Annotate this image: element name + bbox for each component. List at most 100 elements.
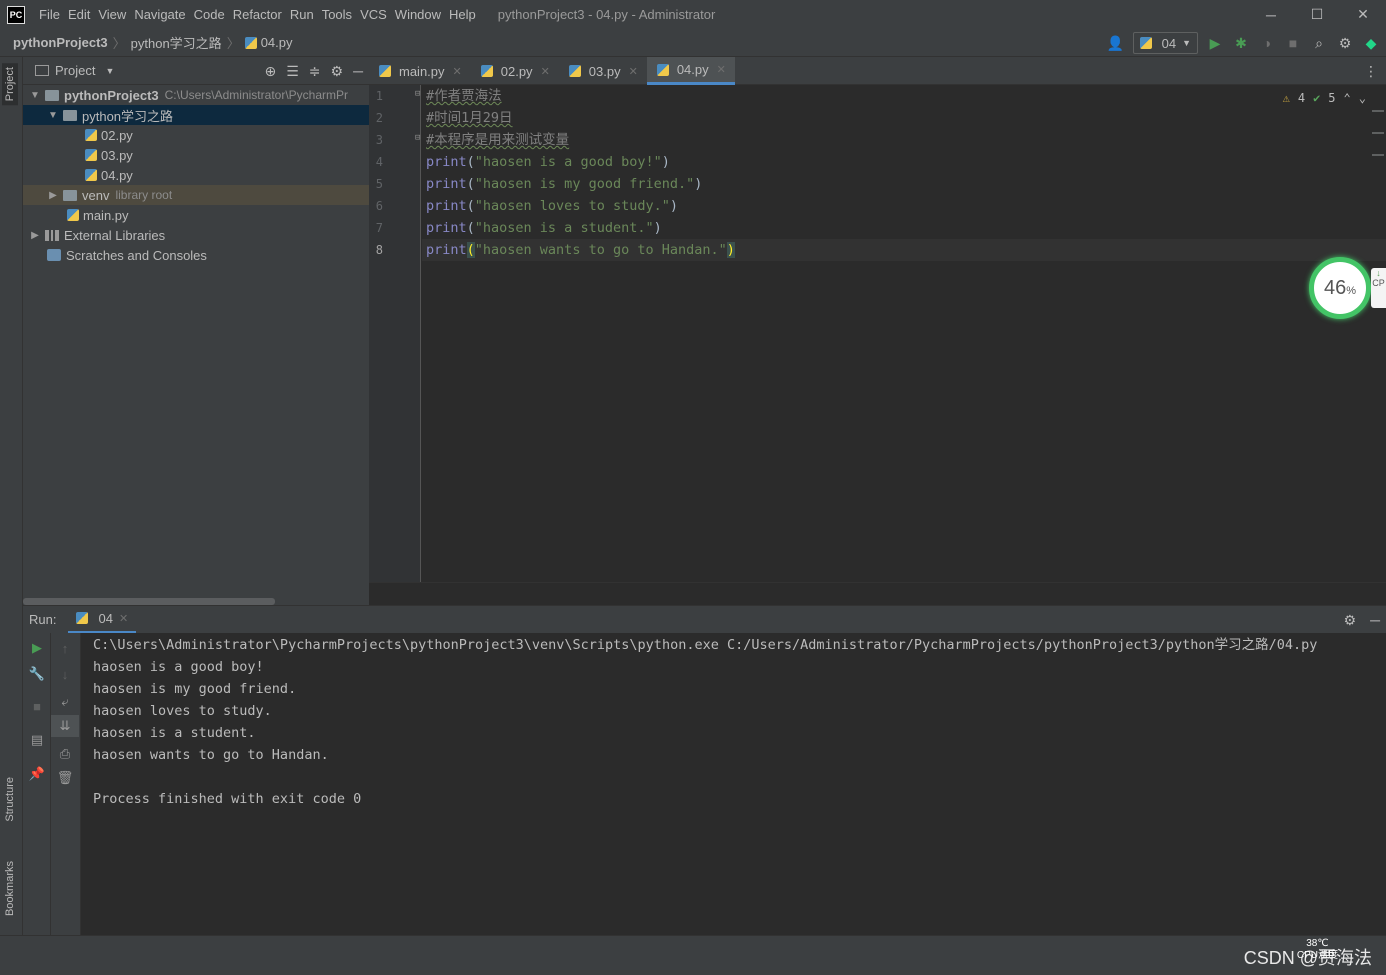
chevron-down-icon[interactable]: ▼ [29,90,41,101]
chevron-down-icon[interactable]: ▼ [105,66,114,76]
soft-wrap-icon[interactable]: ⤶ [51,691,79,713]
cpu-temperature-value: 38℃ [1306,938,1329,949]
search-icon[interactable]: ⌕ [1310,34,1328,52]
python-file-icon [85,129,97,141]
menu-edit[interactable]: Edit [64,7,94,22]
arrow-up-icon[interactable]: ↑ [51,637,79,659]
tree-item-04py[interactable]: 04.py [23,165,369,185]
arrow-down-icon[interactable]: ↓ [51,663,79,685]
scroll-to-end-icon[interactable]: ⇊ [51,715,79,737]
left-tool-stripe: Project Structure Bookmarks [0,57,23,937]
stripe-mark[interactable] [1372,154,1384,156]
horizontal-scrollbar[interactable] [23,598,275,605]
chevron-down-icon[interactable]: ▼ [47,110,59,121]
code-editor[interactable]: #作者贾海法 #时间1月29日 #本程序是用来测试变量 print("haose… [422,85,1386,582]
gear-icon[interactable]: ⚙ [331,63,344,80]
run-console[interactable]: C:\Users\Administrator\PycharmProjects\p… [81,633,1386,935]
structure-tool-tab[interactable]: Structure [2,773,18,826]
breadcrumb-folder[interactable]: python学习之路 [131,33,222,52]
cpu-usage-widget[interactable]: 46% [1309,257,1371,319]
menu-window[interactable]: Window [391,7,445,22]
fold-icon[interactable]: ⊟ [415,89,420,99]
wrench-icon[interactable]: 🔧 [23,663,51,685]
inspection-widget[interactable]: ⚠ 4 ✔ 5 ⌃ ⌄ [1283,91,1366,105]
menu-run[interactable]: Run [286,7,318,22]
tree-item-external-libraries[interactable]: ▶ External Libraries [23,225,369,245]
run-tab-04[interactable]: 04 ✕ [68,606,137,634]
expand-all-icon[interactable]: ☰ [286,63,299,80]
print-icon[interactable]: ⎙ [51,743,79,765]
project-tool-tab[interactable]: Project [2,63,18,106]
bookmarks-tool-tab[interactable]: Bookmarks [2,857,18,920]
collapse-all-icon[interactable]: ≑ [309,63,321,80]
fold-icon[interactable]: ⊟ [415,133,420,143]
close-button[interactable]: ✕ [1340,0,1386,29]
hide-icon[interactable]: ─ [1370,612,1380,628]
chevron-right-icon[interactable]: ▶ [29,230,41,241]
stripe-mark[interactable] [1372,132,1384,134]
trash-icon[interactable]: 🗑 [51,767,79,789]
menu-code[interactable]: Code [190,7,229,22]
string-literal: "haosen loves to study." [474,198,670,214]
gear-icon[interactable]: ⚙ [1336,34,1354,52]
menu-view[interactable]: View [94,7,130,22]
coverage-icon[interactable]: ◑ [1258,34,1276,52]
layout-icon[interactable]: ▤ [23,729,51,751]
tab-label: 02.py [500,63,533,79]
project-view-selector[interactable]: Project [55,63,95,78]
hide-icon[interactable]: ─ [353,63,363,79]
project-tool-tab-label: Project [4,67,16,102]
tree-item-02py[interactable]: 02.py [23,125,369,145]
tree-item-03py[interactable]: 03.py [23,145,369,165]
more-vertical-icon[interactable]: ⋮ [1364,63,1378,80]
tab-04-py[interactable]: 04.py ✕ [646,57,735,85]
menu-navigate[interactable]: Navigate [130,7,189,22]
project-panel-tools: ⊕ ☰ ≑ ⚙ ─ [264,57,363,85]
chevron-up-icon[interactable]: ⌃ [1344,91,1351,105]
breadcrumb-project[interactable]: pythonProject3 [13,35,108,50]
pin-icon[interactable]: 📌 [23,763,51,785]
locate-icon[interactable]: ⊕ [264,63,276,80]
close-icon[interactable]: ✕ [453,65,462,78]
minimize-button[interactable]: ─ [1248,0,1294,29]
code-print-statement: print("haosen is my good friend.") [426,176,703,192]
chevron-right-icon[interactable]: ▶ [47,190,59,201]
tree-item-python-folder[interactable]: ▼ python学习之路 [23,105,369,125]
stop-icon[interactable]: ■ [23,695,51,717]
cpu-widget-side-tab[interactable]: ↓ CP [1371,268,1386,308]
maximize-button[interactable]: ☐ [1294,0,1340,29]
stop-icon[interactable]: ■ [1284,34,1302,52]
stripe-mark[interactable] [1372,110,1384,112]
close-icon[interactable]: ✕ [541,65,550,78]
tree-item-pythonproject3[interactable]: ▼ pythonProject3 C:\Users\Administrator\… [23,85,369,105]
run-icon[interactable]: ▶ [1206,34,1224,52]
tree-item-venv[interactable]: ▶ venv library root [23,185,369,205]
cpu-usage-value: 46 [1323,276,1347,299]
close-icon[interactable]: ✕ [629,65,638,78]
tree-item-scratches[interactable]: Scratches and Consoles [23,245,369,265]
run-configuration-select[interactable]: 04 ▼ [1132,32,1198,54]
tab-02-py[interactable]: 02.py ✕ [471,57,559,85]
tree-item-mainpy[interactable]: main.py [23,205,369,225]
debug-icon[interactable]: ✱ [1232,34,1250,52]
rerun-icon[interactable]: ▶ [23,637,51,659]
tab-main-py[interactable]: main.py ✕ [369,57,471,85]
run-toolbar-secondary: ↑ ↓ ⤶ ⇊ ⎙ 🗑 [51,633,81,935]
editor-bottom-area [369,582,1386,605]
menu-file[interactable]: File [35,7,64,22]
python-file-icon [67,209,79,221]
chevron-down-icon[interactable]: ⌄ [1359,91,1366,105]
tab-03-py[interactable]: 03.py ✕ [559,57,647,85]
breadcrumb-file[interactable]: 04.py [261,35,293,50]
menu-refactor[interactable]: Refactor [229,7,286,22]
menu-vcs[interactable]: VCS [356,7,391,22]
close-icon[interactable]: ✕ [717,63,726,76]
close-icon[interactable]: ✕ [119,612,128,625]
user-icon[interactable]: 👤 [1107,34,1125,52]
gear-icon[interactable]: ⚙ [1344,612,1357,629]
console-line: haosen is my good friend. [93,681,297,697]
pycharm-update-icon[interactable]: ◆ [1362,34,1380,52]
menu-tools[interactable]: Tools [318,7,356,22]
line-number: 2 [375,111,383,125]
menu-help[interactable]: Help [445,7,480,22]
